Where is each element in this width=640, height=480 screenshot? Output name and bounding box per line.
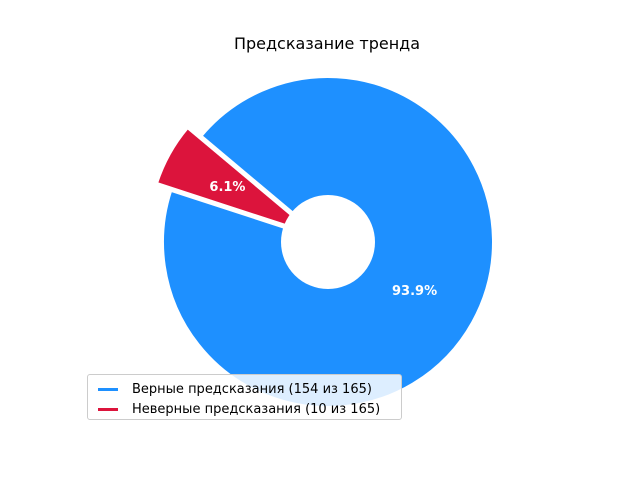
legend-label-incorrect: Неверные предсказания (10 из 165) <box>132 401 381 417</box>
legend-label-correct: Верные предсказания (154 из 165) <box>132 381 372 397</box>
legend-item-incorrect: Неверные предсказания (10 из 165) <box>96 399 393 419</box>
donut-hole <box>281 195 375 289</box>
slice-label-correct: 93.9% <box>392 284 437 299</box>
slice-label-incorrect: 6.1% <box>209 180 245 195</box>
legend-item-correct: Верные предсказания (154 из 165) <box>96 379 393 399</box>
legend-swatch-correct <box>98 387 118 391</box>
legend-swatch-incorrect <box>98 407 118 411</box>
chart-title: Предсказание тренда <box>234 34 420 53</box>
legend: Верные предсказания (154 из 165) Неверны… <box>87 374 402 420</box>
